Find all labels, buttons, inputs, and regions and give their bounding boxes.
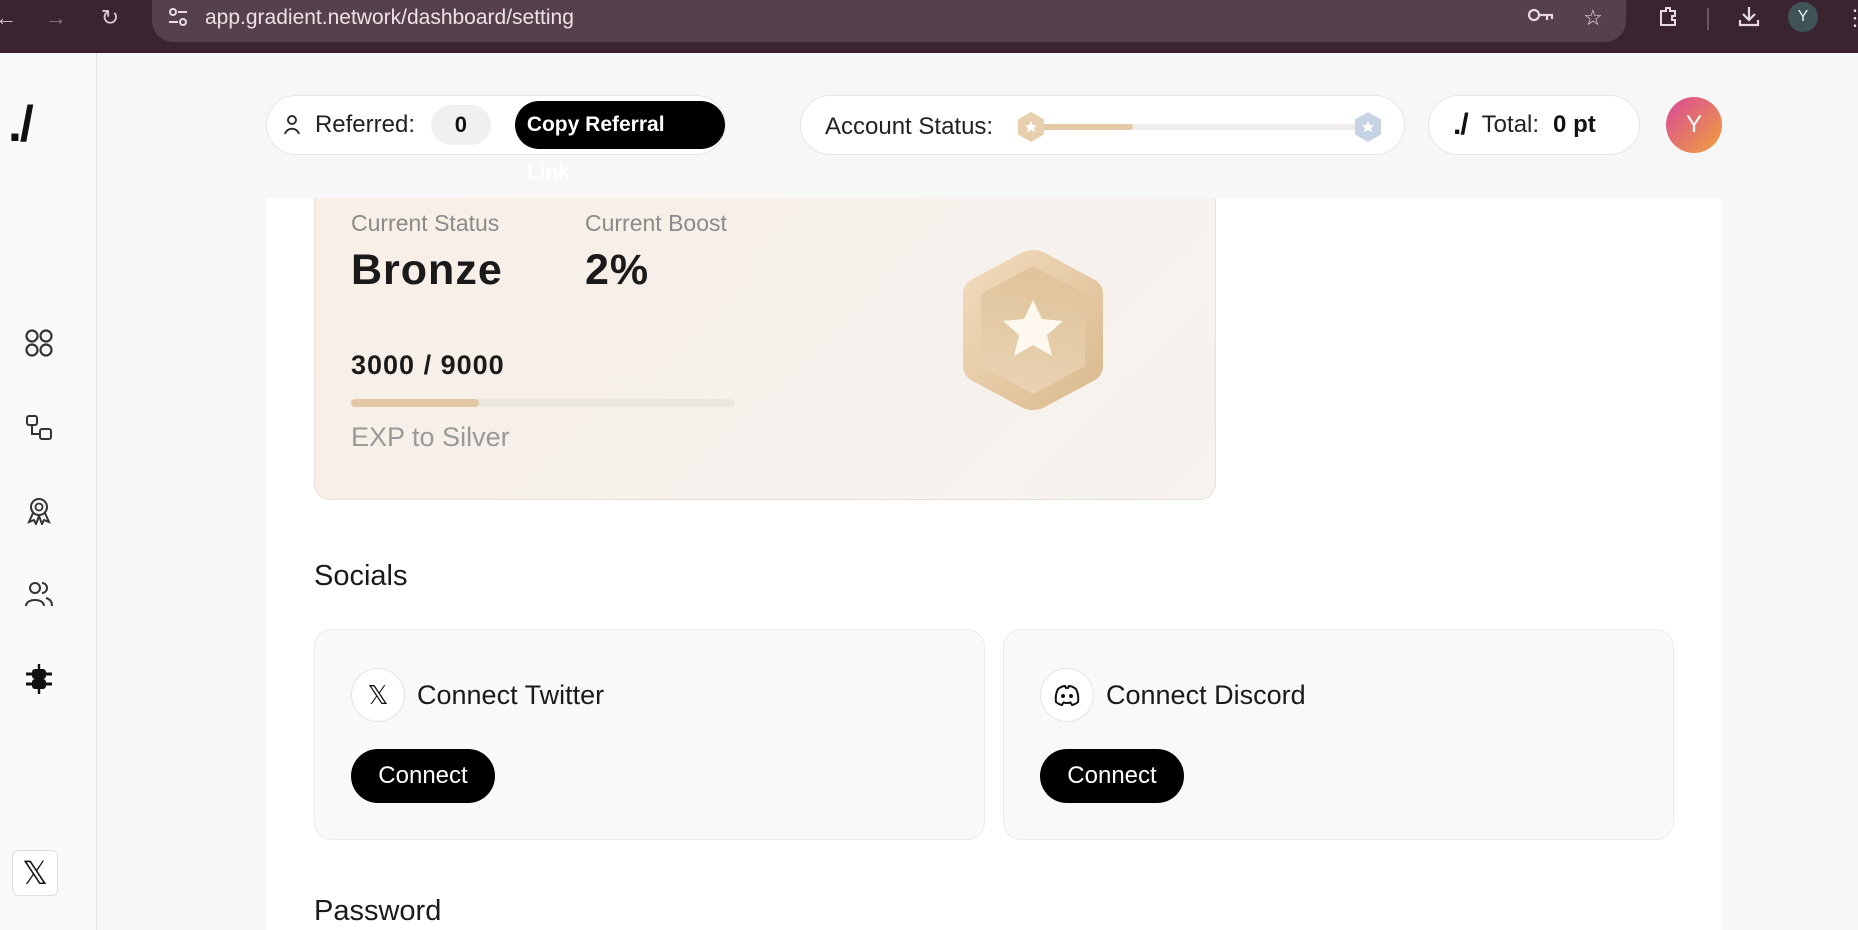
sidebar-item-nodes[interactable] xyxy=(20,409,58,447)
referral-pill: Referred: 0 Copy Referral Link xyxy=(266,95,726,184)
sidebar-item-referrals[interactable] xyxy=(20,575,58,613)
sidebar-item-rewards[interactable] xyxy=(20,491,58,529)
exp-to-label: EXP to Silver xyxy=(351,422,510,452)
user-avatar[interactable]: Y xyxy=(1666,97,1722,153)
current-status-value: Bronze xyxy=(351,246,503,294)
exp-progress-bar xyxy=(351,399,735,407)
sidebar-item-dashboard[interactable] xyxy=(20,324,58,362)
exp-target: 9000 xyxy=(440,350,505,380)
connect-discord-title: Connect Discord xyxy=(1106,680,1306,710)
connect-twitter-button[interactable]: Connect xyxy=(351,749,495,803)
exp-progress-text: 3000 / 9000 xyxy=(351,350,505,381)
settings-panel: Current Status Bronze Current Boost 2% 3… xyxy=(266,198,1721,930)
address-bar[interactable]: app.gradient.network/dashboard/setting ☆ xyxy=(152,0,1626,42)
forward-icon[interactable]: → xyxy=(42,4,70,32)
discord-icon-badge xyxy=(1040,668,1094,722)
browser-toolbar: ← → ↻ app.gradient.network/dashboard/set… xyxy=(0,0,1858,53)
referred-count: 0 xyxy=(430,105,491,145)
site-info-icon[interactable] xyxy=(166,6,190,30)
menu-icon[interactable]: ⋮ xyxy=(1840,4,1858,32)
total-label: Total: xyxy=(1481,111,1540,138)
nodes-icon xyxy=(26,415,52,440)
copy-referral-link-button[interactable]: Copy Referral Link xyxy=(514,101,725,184)
sidebar: ./ 𝕏 xyxy=(0,53,97,930)
current-status-label: Current Status xyxy=(351,210,500,236)
app-logo[interactable]: ./ xyxy=(8,95,34,153)
bronze-medal-icon xyxy=(963,250,1103,410)
sliders-icon xyxy=(26,664,52,694)
exp-current: 3000 xyxy=(351,350,416,380)
status-card: Current Status Bronze Current Boost 2% 3… xyxy=(314,198,1216,500)
sidebar-x-link[interactable]: 𝕏 xyxy=(12,850,58,896)
url-text[interactable]: app.gradient.network/dashboard/setting xyxy=(205,6,574,30)
reload-icon[interactable]: ↻ xyxy=(96,4,124,32)
twitter-icon-badge: 𝕏 xyxy=(351,668,405,722)
toolbar-separator xyxy=(1707,8,1709,30)
bronze-badge-icon xyxy=(1018,112,1044,142)
password-title: Password xyxy=(314,895,442,927)
points-logo: ./ xyxy=(1453,108,1469,141)
total-value: 0 pt xyxy=(1553,111,1596,138)
star-icon[interactable]: ☆ xyxy=(1578,4,1608,32)
person-icon xyxy=(284,115,300,135)
download-icon[interactable] xyxy=(1734,4,1764,32)
socials-title: Socials xyxy=(314,560,408,592)
extensions-icon[interactable] xyxy=(1654,4,1684,32)
connect-discord-button[interactable]: Connect xyxy=(1040,749,1184,803)
current-boost-label: Current Boost xyxy=(585,210,727,236)
x-icon: 𝕏 xyxy=(22,855,48,891)
account-status-label: Account Status: xyxy=(825,113,994,140)
account-status-pill: Account Status: xyxy=(800,95,1405,155)
discord-icon xyxy=(1054,684,1080,706)
sidebar-item-settings[interactable] xyxy=(20,660,58,698)
browser-profile-avatar[interactable]: Y xyxy=(1788,2,1818,32)
account-status-progress xyxy=(1019,124,1364,130)
x-icon: 𝕏 xyxy=(367,679,389,710)
twitter-card: 𝕏 Connect Twitter Connect xyxy=(314,629,985,840)
silver-badge-icon xyxy=(1355,112,1381,142)
exp-separator: / xyxy=(423,350,433,380)
connect-twitter-title: Connect Twitter xyxy=(417,680,605,710)
back-icon[interactable]: ← xyxy=(0,4,20,32)
exp-progress-fill xyxy=(351,399,479,407)
users-icon xyxy=(25,582,53,607)
grid-icon xyxy=(25,329,53,357)
award-icon xyxy=(27,498,51,525)
referred-label: Referred: xyxy=(314,111,415,138)
total-points-pill: ./ Total: 0 pt xyxy=(1428,95,1640,155)
discord-card: Connect Discord Connect xyxy=(1003,629,1674,840)
key-icon[interactable] xyxy=(1526,4,1556,32)
current-boost-value: 2% xyxy=(585,246,650,294)
